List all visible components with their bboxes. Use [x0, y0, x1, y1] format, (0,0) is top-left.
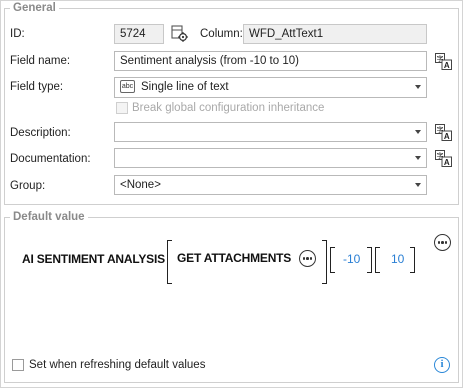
refresh-default-checkbox[interactable]	[12, 359, 24, 371]
function-ai-sentiment[interactable]: AI SENTIMENT ANALYSIS	[22, 252, 165, 266]
expression-editor[interactable]: AI SENTIMENT ANALYSIS GET ATTACHMENTS -1…	[10, 230, 430, 348]
bracket-close-arg1	[367, 247, 372, 273]
documentation-select[interactable]	[114, 148, 427, 168]
field-name-input[interactable]: Sentiment analysis (from -10 to 10)	[114, 51, 427, 71]
column-field: WFD_AttText1	[243, 24, 427, 44]
bracket-open	[167, 240, 172, 284]
translate-icon[interactable]: 字 A	[434, 52, 453, 71]
translate-icon[interactable]: 字 A	[434, 123, 453, 142]
refresh-default-label: Set when refreshing default values	[29, 359, 206, 371]
bracket-open-arg2	[375, 247, 380, 273]
info-icon[interactable]: i	[434, 357, 450, 373]
break-inheritance-checkbox[interactable]	[116, 102, 128, 114]
chevron-down-icon	[415, 85, 421, 89]
break-inheritance-label: Break global configuration inheritance	[132, 102, 325, 114]
argument-min[interactable]: -10	[343, 252, 360, 266]
description-select[interactable]	[114, 122, 427, 142]
column-label: Column:	[200, 28, 243, 40]
default-value-legend: Default value	[13, 211, 85, 223]
id-label: ID:	[10, 28, 25, 40]
more-icon[interactable]	[299, 250, 316, 267]
function-get-attachments[interactable]: GET ATTACHMENTS	[177, 251, 291, 265]
documentation-label: Documentation:	[10, 153, 91, 165]
gear-table-icon[interactable]	[170, 24, 189, 43]
chevron-down-icon	[415, 156, 421, 160]
bracket-close	[322, 240, 327, 284]
bracket-close-arg2	[410, 247, 415, 273]
group-value: <None>	[120, 179, 161, 191]
svg-text:A: A	[444, 61, 450, 70]
description-label: Description:	[10, 127, 71, 139]
translate-icon[interactable]: 字 A	[434, 149, 453, 168]
svg-text:A: A	[444, 158, 450, 167]
field-type-select[interactable]: abc Single line of text	[114, 77, 427, 98]
id-field: 5724	[114, 24, 164, 44]
field-name-label: Field name:	[10, 55, 71, 67]
bracket-open-arg1	[330, 247, 335, 273]
argument-max[interactable]: 10	[391, 252, 404, 266]
svg-text:A: A	[444, 132, 450, 141]
field-type-value: Single line of text	[141, 81, 229, 93]
chevron-down-icon	[415, 183, 421, 187]
group-label: Group:	[10, 180, 46, 192]
general-legend: General	[13, 2, 56, 14]
group-select[interactable]: <None>	[114, 175, 427, 195]
field-type-label: Field type:	[10, 81, 64, 93]
text-type-icon: abc	[120, 80, 135, 94]
chevron-down-icon	[415, 130, 421, 134]
more-icon[interactable]	[434, 234, 451, 251]
